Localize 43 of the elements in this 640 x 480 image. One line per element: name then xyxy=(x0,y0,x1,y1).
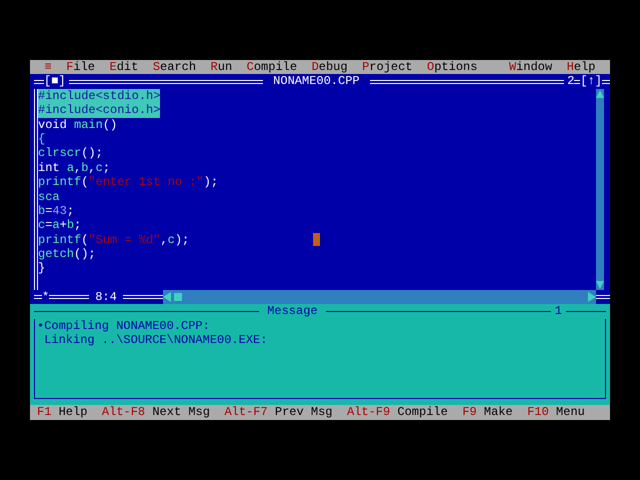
menu-item[interactable]: Project xyxy=(362,60,413,74)
menu-item[interactable]: File xyxy=(66,60,96,74)
menu-item[interactable]: Search xyxy=(152,60,196,74)
code-line: clrscr(); xyxy=(38,146,103,161)
menu-item[interactable]: Window xyxy=(508,60,552,74)
zoom-button[interactable]: [↑] xyxy=(580,74,602,89)
text-cursor xyxy=(313,233,320,246)
code-line: { xyxy=(38,132,46,146)
cursor-position: 8:4 xyxy=(95,290,117,304)
code-line: printf("enter 1st no :"); xyxy=(38,175,218,190)
code-line: c=a+b; xyxy=(38,218,82,233)
up-arrow-icon[interactable] xyxy=(596,88,604,99)
right-arrow-icon[interactable] xyxy=(588,291,596,304)
code-line: void main() xyxy=(38,118,118,132)
window-number: 1 xyxy=(554,304,562,319)
window-number: 2 xyxy=(567,74,574,89)
down-arrow-icon[interactable] xyxy=(596,280,604,290)
menu-item[interactable]: Run xyxy=(210,60,232,74)
code-line: sca xyxy=(38,190,60,204)
horizontal-scrollbar[interactable] xyxy=(162,290,596,304)
menu-item[interactable]: Compile xyxy=(246,60,298,74)
menu-item[interactable]: Debug xyxy=(312,60,348,74)
window-title: NONAME00.CPP xyxy=(272,74,361,89)
code-line: getch(); xyxy=(38,247,96,262)
message-line: Linking ..\SOURCE\NONAME00.EXE: xyxy=(43,333,268,348)
status-item[interactable]: F10 Menu xyxy=(527,405,585,420)
status-item[interactable]: F1 Help xyxy=(37,405,88,420)
code-line: } xyxy=(38,261,46,276)
code-line: b=43; xyxy=(38,204,74,218)
menu-item[interactable]: Help xyxy=(566,60,596,74)
vertical-scrollbar[interactable] xyxy=(596,88,604,290)
message-line: •Compiling NONAME00.CPP: xyxy=(37,318,210,334)
status-item[interactable]: Alt-F7 Prev Msg xyxy=(224,405,332,420)
modified-mark: * xyxy=(42,290,50,304)
window-title: Message xyxy=(267,304,318,319)
status-item[interactable]: F9 Make xyxy=(462,405,513,420)
menu-item[interactable]: Options xyxy=(427,60,478,74)
status-item[interactable]: Alt-F8 Next Msg xyxy=(102,405,210,420)
status-item[interactable]: Alt-F9 Compile xyxy=(346,405,448,420)
code-line: printf("Sum = %d",c); xyxy=(38,232,190,248)
close-button[interactable]: [■] xyxy=(44,74,66,89)
menu-item[interactable]: Edit xyxy=(110,60,138,74)
code-line: int a,b,c; xyxy=(38,160,110,176)
